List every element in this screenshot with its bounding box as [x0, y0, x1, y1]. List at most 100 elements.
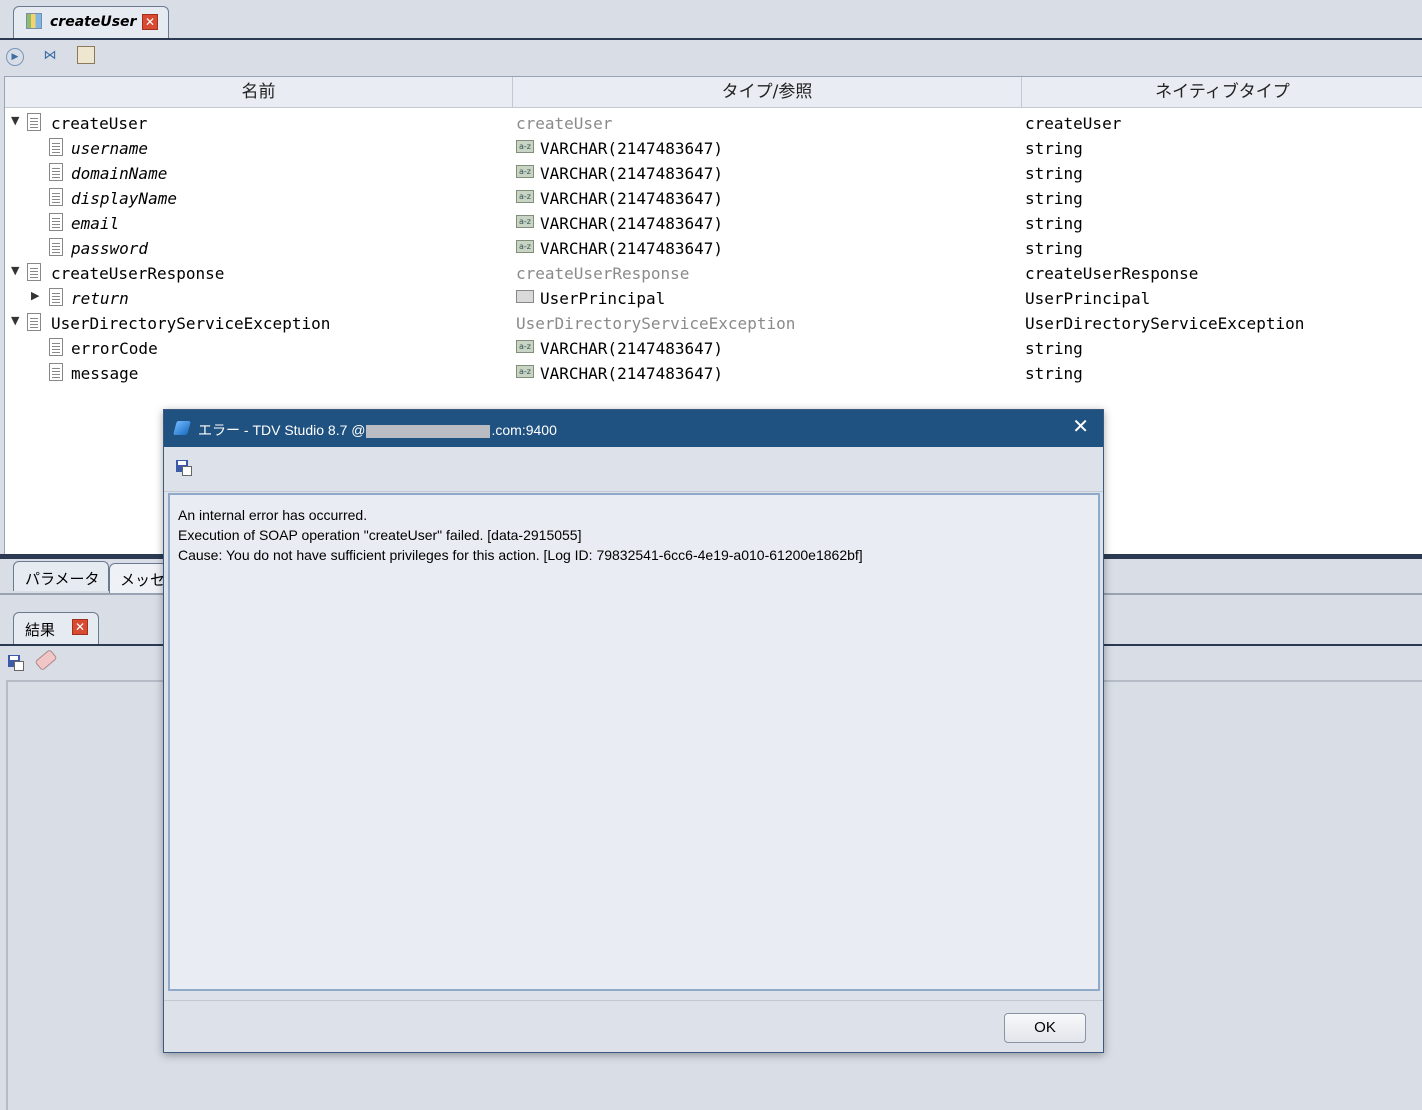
- table-row[interactable]: message a-z VARCHAR(2147483647) string: [5, 361, 1422, 386]
- error-line: Execution of SOAP operation "createUser"…: [178, 527, 582, 543]
- table-header: 名前 タイプ/参照 ネイティブタイプ: [5, 77, 1422, 108]
- tab-messages[interactable]: メッセ: [109, 563, 169, 593]
- row-type: createUserResponse: [516, 264, 690, 283]
- row-type: VARCHAR(2147483647): [540, 239, 724, 258]
- row-name: errorCode: [71, 339, 158, 358]
- table-row[interactable]: ▶ return UserPrincipal UserPrincipal: [5, 286, 1422, 311]
- execute-icon[interactable]: ▶: [6, 48, 24, 66]
- field-icon: [49, 288, 63, 306]
- complex-type-icon: [516, 290, 534, 303]
- table-row[interactable]: ▼ createUserResponse createUserResponse …: [5, 261, 1422, 286]
- divider: [164, 1000, 1103, 1001]
- operation-icon: [27, 113, 41, 131]
- row-native-type: string: [1025, 364, 1083, 383]
- column-header-type[interactable]: タイプ/参照: [513, 77, 1022, 107]
- fault-icon: [27, 313, 41, 331]
- varchar-type-icon: a-z: [516, 165, 534, 178]
- row-type: VARCHAR(2147483647): [540, 214, 724, 233]
- expand-arrow-icon[interactable]: ▼: [11, 114, 23, 127]
- row-native-type: UserPrincipal: [1025, 289, 1151, 308]
- column-header-name[interactable]: 名前: [5, 77, 513, 107]
- properties-icon[interactable]: [77, 46, 95, 64]
- editor-tab-bar: createUser ✕: [0, 0, 1422, 40]
- ok-button[interactable]: OK: [1004, 1013, 1086, 1043]
- row-name: displayName: [71, 189, 177, 208]
- varchar-type-icon: a-z: [516, 215, 534, 228]
- tab-label: createUser: [50, 14, 137, 30]
- dialog-title-bar[interactable]: エラー - TDV Studio 8.7 @ .com:9400 ✕: [164, 410, 1103, 447]
- redacted-host: [366, 424, 491, 438]
- table-row[interactable]: username a-z VARCHAR(2147483647) string: [5, 136, 1422, 161]
- varchar-type-icon: a-z: [516, 190, 534, 203]
- dialog-title-suffix: .com:9400: [491, 422, 557, 438]
- save-icon[interactable]: [8, 655, 24, 671]
- table-row[interactable]: password a-z VARCHAR(2147483647) string: [5, 236, 1422, 261]
- field-icon: [49, 238, 63, 256]
- varchar-type-icon: a-z: [516, 365, 534, 378]
- table-row[interactable]: ▼ UserDirectoryServiceException UserDire…: [5, 311, 1422, 336]
- eraser-icon[interactable]: [34, 648, 58, 672]
- table-row[interactable]: errorCode a-z VARCHAR(2147483647) string: [5, 336, 1422, 361]
- tab-label: 結果: [25, 621, 56, 639]
- tab-parameters[interactable]: パラメータ: [13, 561, 109, 591]
- row-type: VARCHAR(2147483647): [540, 189, 724, 208]
- editor-toolbar: ▶ ⋈: [0, 40, 1422, 74]
- row-name: message: [71, 364, 139, 383]
- row-name: UserDirectoryServiceException: [51, 314, 331, 333]
- row-native-type: UserDirectoryServiceException: [1025, 314, 1305, 333]
- collapsed-arrow-icon[interactable]: ▶: [31, 289, 43, 302]
- error-line: An internal error has occurred.: [178, 507, 368, 523]
- row-type: VARCHAR(2147483647): [540, 339, 724, 358]
- row-type: VARCHAR(2147483647): [540, 164, 724, 183]
- divider: [164, 491, 1103, 492]
- row-native-type: string: [1025, 214, 1083, 233]
- row-name: password: [71, 239, 149, 258]
- response-icon: [27, 263, 41, 281]
- row-name: createUser: [51, 114, 148, 133]
- table-row[interactable]: domainName a-z VARCHAR(2147483647) strin…: [5, 161, 1422, 186]
- varchar-type-icon: a-z: [516, 340, 534, 353]
- row-name: createUserResponse: [51, 264, 225, 283]
- tab-results[interactable]: 結果 ✕: [13, 612, 99, 645]
- tab-createuser[interactable]: createUser ✕: [13, 6, 169, 38]
- error-dialog: エラー - TDV Studio 8.7 @ .com:9400 ✕ An int…: [163, 409, 1104, 1053]
- close-dialog-icon[interactable]: ✕: [1072, 416, 1089, 438]
- error-message-area[interactable]: An internal error has occurred. Executio…: [168, 493, 1100, 991]
- row-type: UserDirectoryServiceException: [516, 314, 796, 333]
- field-icon: [49, 363, 63, 381]
- table-row[interactable]: ▼ createUser createUser createUser: [5, 111, 1422, 136]
- save-icon[interactable]: [176, 460, 192, 476]
- close-tab-icon[interactable]: ✕: [72, 619, 88, 635]
- row-type: UserPrincipal: [540, 289, 666, 308]
- row-native-type: createUser: [1025, 114, 1122, 133]
- row-name: return: [71, 289, 129, 308]
- tab-label: パラメータ: [25, 570, 100, 588]
- row-type: createUser: [516, 114, 613, 133]
- varchar-type-icon: a-z: [516, 240, 534, 253]
- expand-arrow-icon[interactable]: ▼: [11, 264, 23, 277]
- hierarchy-icon[interactable]: ⋈: [40, 46, 60, 66]
- table-icon: [26, 13, 42, 29]
- row-name: username: [71, 139, 149, 158]
- row-native-type: string: [1025, 339, 1083, 358]
- field-icon: [49, 338, 63, 356]
- close-tab-icon[interactable]: ✕: [142, 14, 158, 30]
- column-header-native-type[interactable]: ネイティブタイプ: [1022, 77, 1422, 107]
- row-name: email: [71, 214, 120, 233]
- expand-arrow-icon[interactable]: ▼: [11, 314, 23, 327]
- row-native-type: string: [1025, 139, 1083, 158]
- row-type: VARCHAR(2147483647): [540, 139, 724, 158]
- table-row[interactable]: email a-z VARCHAR(2147483647) string: [5, 211, 1422, 236]
- row-native-type: string: [1025, 164, 1083, 183]
- field-icon: [49, 138, 63, 156]
- table-row[interactable]: displayName a-z VARCHAR(2147483647) stri…: [5, 186, 1422, 211]
- row-native-type: string: [1025, 239, 1083, 258]
- error-line: Cause: You do not have sufficient privil…: [178, 547, 863, 563]
- row-type: VARCHAR(2147483647): [540, 364, 724, 383]
- dialog-title-prefix: エラー - TDV Studio 8.7 @: [198, 422, 366, 438]
- field-icon: [49, 188, 63, 206]
- row-native-type: string: [1025, 189, 1083, 208]
- tab-label: メッセ: [120, 571, 166, 589]
- app-logo-icon: [173, 421, 191, 435]
- varchar-type-icon: a-z: [516, 140, 534, 153]
